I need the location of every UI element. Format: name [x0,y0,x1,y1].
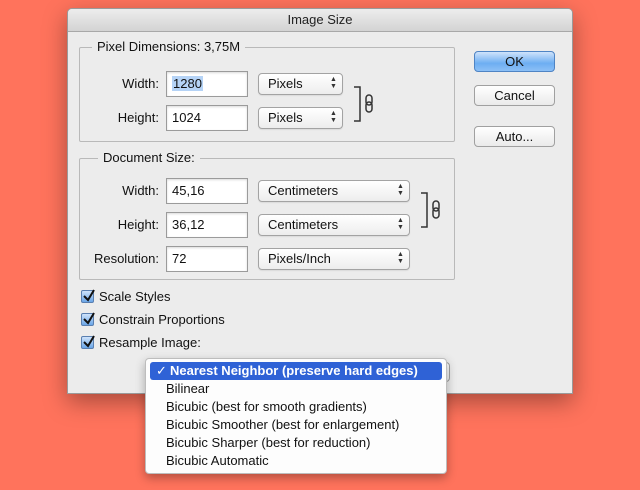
pixel-width-field[interactable]: 1280 [166,71,248,97]
up-down-arrows-icon: ▲ ▼ [330,110,337,124]
chain-link-icon [365,94,373,113]
pixel-dimensions-label: Pixel Dimensions: [97,39,201,54]
up-down-arrows-icon: ▲ ▼ [397,183,404,197]
up-down-arrows-icon: ▲ ▼ [397,217,404,231]
constrain-proportions-option[interactable]: Constrain Proportions [81,311,281,329]
document-height-label: Height: [117,217,159,232]
menu-item-label: Nearest Neighbor (preserve hard edges) [170,363,418,378]
resample-image-checkbox[interactable] [81,335,95,349]
document-height-unit-label: Centimeters [268,217,339,232]
document-height-value: 36,12 [172,217,205,232]
cancel-button[interactable]: Cancel [474,85,555,106]
up-down-arrows-icon: ▲ ▼ [330,76,337,90]
chain-link-icon [432,200,440,219]
menu-item-bicubic-smoother[interactable]: Bicubic Smoother (best for enlargement) [146,416,446,434]
document-width-unit-select[interactable]: Centimeters ▲ ▼ [258,180,410,202]
menu-item-nearest-neighbor[interactable]: ✓ Nearest Neighbor (preserve hard edges) [150,362,442,380]
document-link-bracket [421,192,440,228]
document-width-field[interactable]: 45,16 [166,178,248,204]
pixel-width-label: Width: [122,76,159,91]
pixel-dimensions-size: 3,75M [203,39,241,54]
resolution-label: Resolution: [93,251,159,266]
resolution-unit-select[interactable]: Pixels/Inch ▲ ▼ [258,248,410,270]
dialog-title: Image Size [68,9,572,32]
pixel-height-field[interactable]: 1024 [166,105,248,131]
auto-button[interactable]: Auto... [474,126,555,147]
checkmark-icon [83,312,95,325]
document-height-field[interactable]: 36,12 [166,212,248,238]
image-size-dialog: Image Size Pixel Dimensions: 3,75M Width… [67,8,573,394]
constrain-proportions-checkbox[interactable] [81,312,95,326]
scale-styles-option[interactable]: Scale Styles [81,288,281,306]
scale-styles-checkbox[interactable] [81,289,95,303]
ok-button[interactable]: OK [474,51,555,72]
resolution-field[interactable]: 72 [166,246,248,272]
pixel-width-unit-select[interactable]: Pixels ▲ ▼ [258,73,343,95]
menu-item-bilinear[interactable]: Bilinear [146,380,446,398]
document-width-unit-label: Centimeters [268,183,339,198]
pixel-height-value: 1024 [172,110,201,125]
checkmark-icon [83,335,95,348]
pixel-width-unit-label: Pixels [268,76,303,91]
resolution-unit-label: Pixels/Inch [268,251,331,266]
menu-item-bicubic-automatic[interactable]: Bicubic Automatic [146,452,446,470]
resample-image-option[interactable]: Resample Image: [81,334,281,352]
pixel-height-unit-label: Pixels [268,110,303,125]
checkmark-icon [83,289,95,302]
resolution-value: 72 [172,251,187,266]
pixel-dimensions-legend: Pixel Dimensions: 3,75M [92,39,246,54]
menu-item-bicubic[interactable]: Bicubic (best for smooth gradients) [146,398,446,416]
document-size-legend: Document Size: [98,150,200,165]
checkmark-icon: ✓ [156,363,167,378]
pixel-width-value: 1280 [172,76,203,91]
resample-image-label: Resample Image: [99,335,201,350]
resample-method-menu: ✓ Nearest Neighbor (preserve hard edges)… [145,358,447,474]
document-width-label: Width: [122,183,159,198]
scale-styles-label: Scale Styles [99,289,171,304]
pixel-link-bracket [354,86,373,122]
menu-item-bicubic-sharper[interactable]: Bicubic Sharper (best for reduction) [146,434,446,452]
pixel-height-label: Height: [117,110,159,125]
pixel-height-unit-select[interactable]: Pixels ▲ ▼ [258,107,343,129]
constrain-proportions-label: Constrain Proportions [99,312,225,327]
document-height-unit-select[interactable]: Centimeters ▲ ▼ [258,214,410,236]
up-down-arrows-icon: ▲ ▼ [397,251,404,265]
document-width-value: 45,16 [172,183,205,198]
